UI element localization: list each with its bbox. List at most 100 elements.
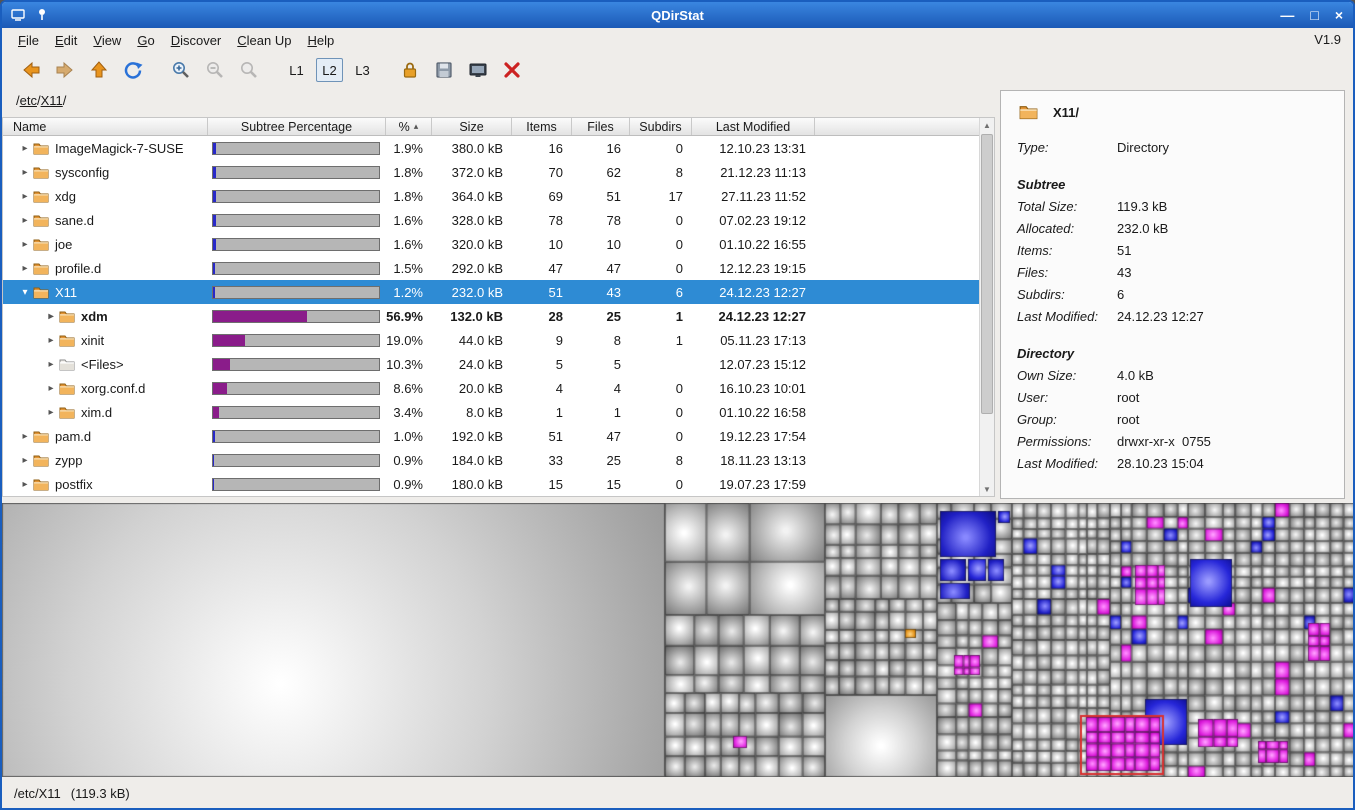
scrollbar-track[interactable] [980, 132, 994, 482]
table-row[interactable]: ▾ X11 1.2% 232.0 kB 51 43 6 24.12.23 12:… [3, 280, 994, 304]
breadcrumb-link-etc[interactable]: etc [20, 93, 37, 108]
cleanup-delete-button[interactable] [497, 56, 527, 84]
items-cell: 4 [555, 380, 563, 396]
column-header-size[interactable]: Size [432, 118, 512, 135]
menu-item-label: Go [137, 32, 155, 48]
detail-value: 119.3 kB [1117, 199, 1168, 214]
table-row[interactable]: ▸ sane.d 1.6% 328.0 kB 78 78 0 07.02.23 … [3, 208, 994, 232]
column-header-percent[interactable]: % ▴ [386, 118, 432, 135]
table-row[interactable]: ▸ xdg 1.8% 364.0 kB 69 51 17 27.11.23 11… [3, 184, 994, 208]
forward-button[interactable] [50, 56, 80, 84]
table-row[interactable]: ▸ pam.d 1.0% 192.0 kB 51 47 0 19.12.23 1… [3, 424, 994, 448]
treemap-canvas[interactable] [2, 503, 1353, 777]
last-modified-cell: 24.12.23 12:27 [719, 284, 806, 300]
percent-cell: 1.6% [393, 212, 423, 228]
refresh-button[interactable] [118, 56, 148, 84]
breadcrumb-link-x11[interactable]: X11 [41, 93, 63, 108]
table-row[interactable]: ▸ sysconfig 1.8% 372.0 kB 70 62 8 21.12.… [3, 160, 994, 184]
expand-arrow-icon[interactable]: ▸ [19, 479, 31, 490]
table-row[interactable]: ▸ xdm 56.9% 132.0 kB 28 25 1 24.12.23 12… [3, 304, 994, 328]
details-section: Subtree Total Size: 119.3 kB Allocated: … [1017, 174, 1328, 328]
scrollbar-thumb[interactable] [981, 134, 993, 414]
column-header-subdirs[interactable]: Subdirs [630, 118, 692, 135]
subdirs-cell: 1 [675, 308, 683, 324]
folder-icon [33, 430, 49, 443]
column-header-name[interactable]: Name [3, 118, 208, 135]
column-header-items[interactable]: Items [512, 118, 572, 135]
detail-label: User: [1017, 390, 1049, 405]
expand-arrow-icon[interactable]: ▾ [19, 287, 31, 298]
pin-icon[interactable] [34, 7, 50, 23]
vertical-scrollbar[interactable]: ▲ ▼ [979, 118, 994, 496]
file-name: xinit [81, 332, 105, 348]
expand-arrow-icon[interactable]: ▸ [19, 191, 31, 202]
menu-item[interactable]: Help [299, 30, 342, 51]
expand-arrow-icon[interactable]: ▸ [45, 311, 57, 322]
level-1-label: L1 [289, 62, 304, 78]
menu-item[interactable]: File [10, 30, 47, 51]
table-row[interactable]: ▸ xinit 19.0% 44.0 kB 9 8 1 05.11.23 17:… [3, 328, 994, 352]
column-header-label: Size [459, 119, 484, 134]
up-button[interactable] [84, 56, 114, 84]
level-3-button[interactable]: L3 [349, 58, 376, 82]
column-header-label: Files [587, 119, 614, 134]
menu-item[interactable]: View [85, 30, 129, 51]
screenshot-button[interactable] [463, 56, 493, 84]
file-name: pam.d [55, 428, 92, 444]
menu-item[interactable]: Discover [163, 30, 230, 51]
table-row[interactable]: ▸ <Files> 10.3% 24.0 kB 5 5 12.07.23 15:… [3, 352, 994, 376]
column-header-subtree-percentage[interactable]: Subtree Percentage [208, 118, 386, 135]
name-cell: ▸ joe [3, 232, 208, 256]
table-row[interactable]: ▸ postfix 0.9% 180.0 kB 15 15 0 19.07.23… [3, 472, 994, 496]
subdirs-cell: 6 [675, 284, 683, 300]
expand-arrow-icon[interactable]: ▸ [19, 263, 31, 274]
percent-cell: 1.2% [393, 284, 423, 300]
table-row[interactable]: ▸ ImageMagick-7-SUSE 1.9% 380.0 kB 16 16… [3, 136, 994, 160]
padlock-icon [403, 62, 417, 78]
size-cell: 132.0 kB [450, 308, 503, 324]
expand-arrow-icon[interactable]: ▸ [19, 215, 31, 226]
zoom-reset-button[interactable] [234, 56, 264, 84]
zoom-in-button[interactable] [166, 56, 196, 84]
expand-arrow-icon[interactable]: ▸ [45, 407, 57, 418]
level-2-button[interactable]: L2 [316, 58, 343, 82]
expand-arrow-icon[interactable]: ▸ [19, 143, 31, 154]
subtree-percentage-cell [208, 328, 386, 352]
table-row[interactable]: ▸ profile.d 1.5% 292.0 kB 47 47 0 12.12.… [3, 256, 994, 280]
level-1-button[interactable]: L1 [283, 58, 310, 82]
table-row[interactable]: ▸ zypp 0.9% 184.0 kB 33 25 8 18.11.23 13… [3, 448, 994, 472]
close-button[interactable]: × [1335, 8, 1343, 22]
zoom-out-button[interactable] [200, 56, 230, 84]
column-header-files[interactable]: Files [572, 118, 630, 135]
expand-arrow-icon[interactable]: ▸ [19, 167, 31, 178]
expand-arrow-icon[interactable]: ▸ [45, 359, 57, 370]
menu-item[interactable]: Go [129, 30, 162, 51]
expand-arrow-icon[interactable]: ▸ [19, 431, 31, 442]
minimize-button[interactable]: — [1280, 8, 1294, 22]
window-menu-icon[interactable] [10, 7, 26, 23]
folder-icon [33, 166, 49, 179]
scroll-down-icon: ▼ [983, 484, 991, 494]
name-cell: ▸ pam.d [3, 424, 208, 448]
column-header-last-modified[interactable]: Last Modified [692, 118, 815, 135]
items-cell: 78 [548, 212, 563, 228]
back-button[interactable] [16, 56, 46, 84]
maximize-button[interactable]: □ [1310, 8, 1318, 22]
menu-item[interactable]: Clean Up [229, 30, 299, 51]
unlock-button[interactable] [395, 56, 425, 84]
table-row[interactable]: ▸ xorg.conf.d 8.6% 20.0 kB 4 4 0 16.10.2… [3, 376, 994, 400]
table-row[interactable]: ▸ joe 1.6% 320.0 kB 10 10 0 01.10.22 16:… [3, 232, 994, 256]
save-cache-button[interactable] [429, 56, 459, 84]
expand-arrow-icon[interactable]: ▸ [19, 239, 31, 250]
table-row[interactable]: ▸ xim.d 3.4% 8.0 kB 1 1 0 01.10.22 16:58 [3, 400, 994, 424]
scroll-down-button[interactable]: ▼ [980, 482, 994, 496]
percentage-bar [212, 381, 380, 395]
scroll-up-button[interactable]: ▲ [980, 118, 994, 132]
expand-arrow-icon[interactable]: ▸ [45, 335, 57, 346]
detail-label: Items: [1017, 243, 1053, 258]
size-cell: 8.0 kB [466, 404, 503, 420]
last-modified-cell: 24.12.23 12:27 [718, 308, 806, 324]
menu-item[interactable]: Edit [47, 30, 85, 51]
expand-arrow-icon[interactable]: ▸ [45, 383, 57, 394]
expand-arrow-icon[interactable]: ▸ [19, 455, 31, 466]
